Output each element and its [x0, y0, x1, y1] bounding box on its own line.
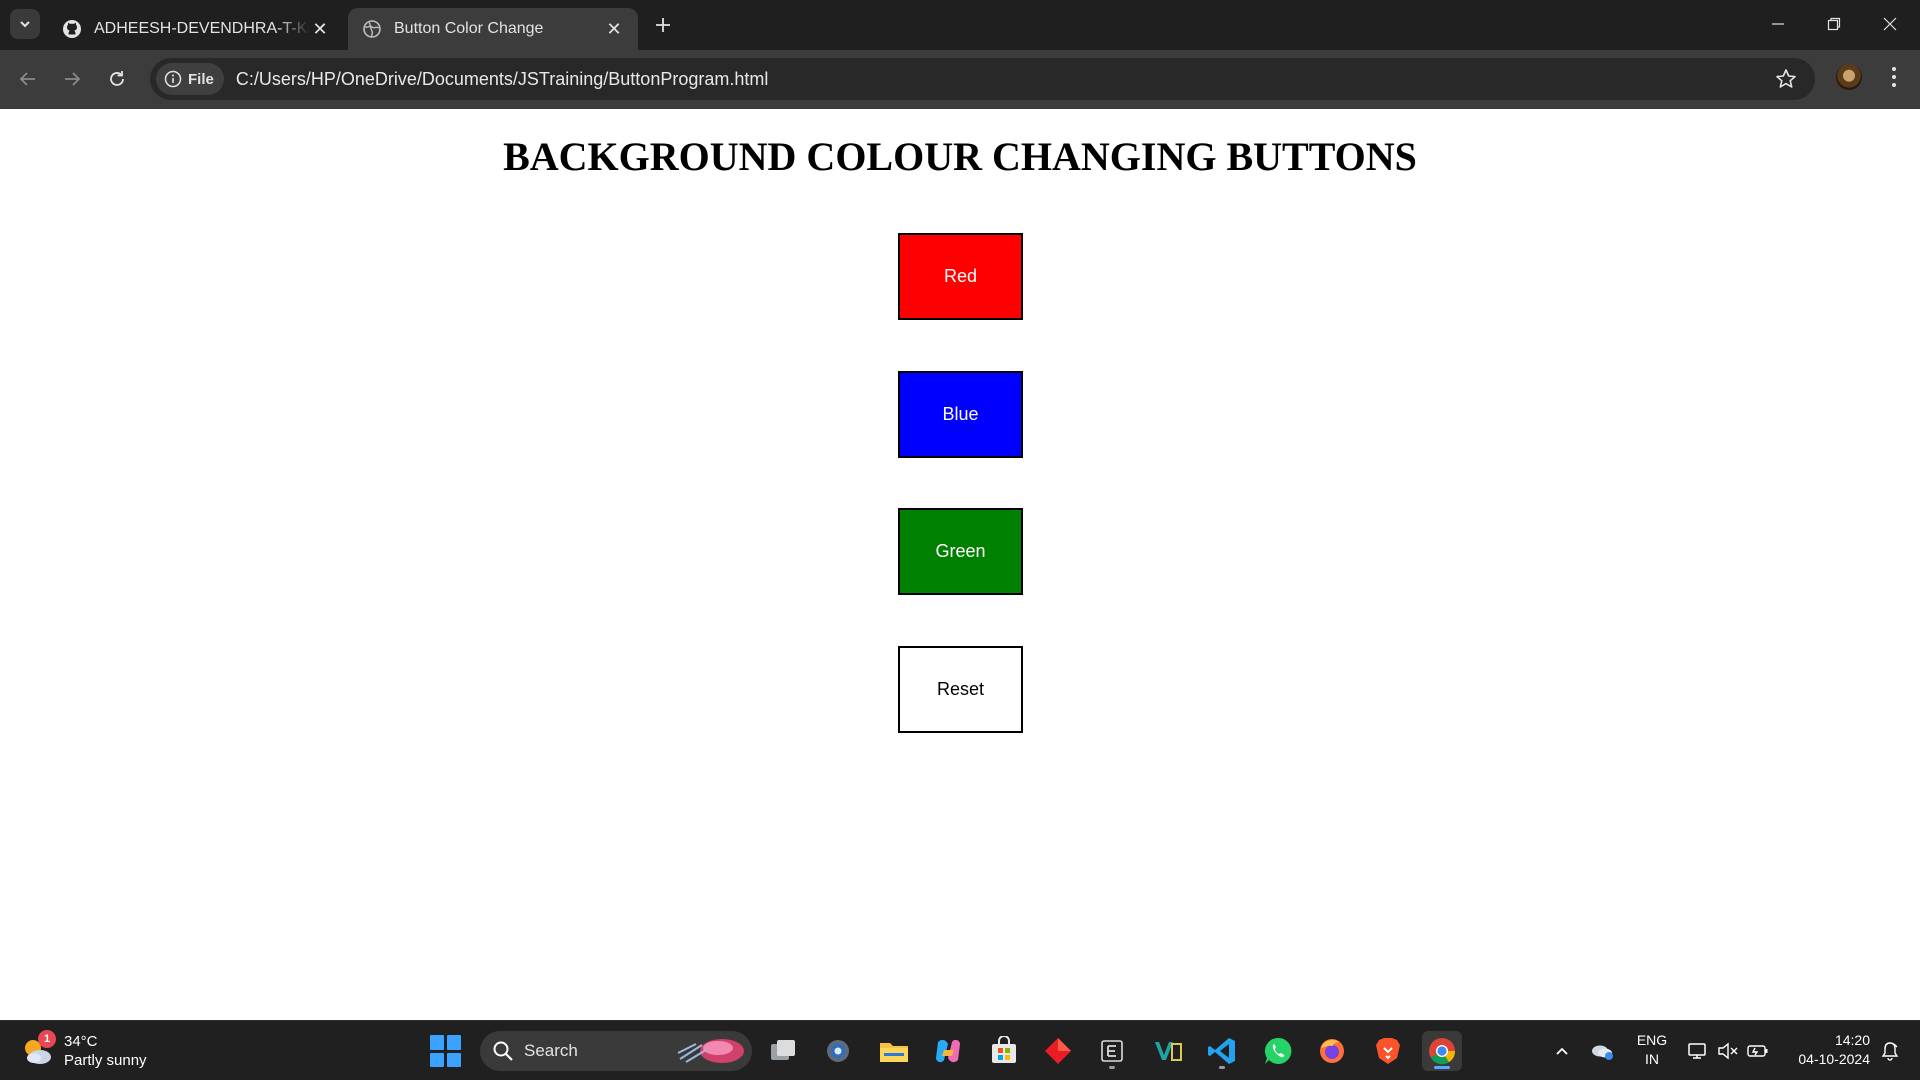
- tab-title: ADHEESH-DEVENDHRA-T-K/Ba: [94, 20, 310, 37]
- brave-icon[interactable]: [1368, 1031, 1408, 1071]
- vscode-icon[interactable]: [1202, 1031, 1242, 1071]
- restore-button[interactable]: [1814, 8, 1854, 40]
- start-icon[interactable]: [430, 1035, 462, 1067]
- network-icon[interactable]: [1684, 1031, 1712, 1071]
- visual-studio-icon[interactable]: [1148, 1031, 1188, 1071]
- forward-button[interactable]: [56, 63, 88, 95]
- browser-tab-bar: ADHEESH-DEVENDHRA-T-K/Ba ✕ Button Color …: [0, 0, 1920, 50]
- minimize-button[interactable]: [1758, 8, 1798, 40]
- site-info-label: File: [188, 70, 214, 88]
- profile-avatar[interactable]: [1836, 64, 1862, 90]
- search-placeholder: Search: [524, 1041, 578, 1060]
- reload-button[interactable]: [101, 63, 133, 95]
- page-title: BACKGROUND COLOUR CHANGING BUTTONS: [503, 134, 1417, 179]
- notifications-icon[interactable]: [1876, 1031, 1904, 1071]
- bookmark-star-icon[interactable]: [1775, 68, 1797, 90]
- partly-sunny-icon: 1: [20, 1030, 56, 1068]
- info-icon: [164, 70, 182, 88]
- battery-icon[interactable]: [1744, 1031, 1772, 1071]
- clock-time: 14:20: [1834, 1032, 1870, 1048]
- tab-title: Button Color Change: [394, 20, 544, 37]
- running-indicator: [1109, 1066, 1115, 1069]
- weather-widget[interactable]: 1 34°C Partly sunny: [20, 1030, 147, 1071]
- language-code: ENG: [1636, 1032, 1668, 1048]
- restore-icon: [1827, 17, 1841, 31]
- chrome-icon[interactable]: [1422, 1031, 1462, 1071]
- search-highlight-icon: [677, 1039, 744, 1063]
- show-hidden-icons-button[interactable]: [1548, 1031, 1576, 1071]
- whatsapp-icon[interactable]: [1258, 1031, 1298, 1071]
- copilot-icon[interactable]: [928, 1031, 968, 1071]
- firefox-icon[interactable]: [1312, 1031, 1352, 1071]
- chevron-up-icon: [1556, 1047, 1568, 1055]
- app-diamond-icon[interactable]: [1038, 1031, 1078, 1071]
- back-button[interactable]: [12, 63, 44, 95]
- arrow-right-icon: [65, 72, 81, 86]
- new-tab-button[interactable]: [650, 12, 676, 38]
- green-button[interactable]: Green: [898, 508, 1023, 595]
- arrow-left-icon: [19, 72, 35, 86]
- page-content: BACKGROUND COLOUR CHANGING BUTTONS Red B…: [0, 109, 1920, 1020]
- reset-button[interactable]: Reset: [898, 646, 1023, 733]
- settings-icon[interactable]: [818, 1031, 858, 1071]
- language-indicator[interactable]: ENG IN: [1632, 1031, 1672, 1069]
- volume-muted-icon[interactable]: [1714, 1031, 1742, 1071]
- clock[interactable]: 14:20 04-10-2024: [1780, 1031, 1870, 1069]
- close-window-button[interactable]: [1870, 8, 1910, 40]
- language-region: IN: [1645, 1051, 1659, 1067]
- close-tab-icon[interactable]: ✕: [604, 19, 624, 39]
- weather-badge: 1: [38, 1030, 56, 1048]
- weather-condition: Partly sunny: [64, 1052, 147, 1069]
- search-icon: [493, 1041, 513, 1061]
- taskbar-search[interactable]: Search: [480, 1031, 752, 1071]
- blue-button[interactable]: Blue: [898, 371, 1023, 458]
- active-indicator: [1434, 1066, 1450, 1069]
- tab-github[interactable]: ADHEESH-DEVENDHRA-T-K/Ba ✕: [48, 8, 344, 50]
- close-icon: [1883, 17, 1897, 31]
- app-e-icon[interactable]: [1092, 1031, 1132, 1071]
- file-explorer-icon[interactable]: [874, 1031, 914, 1071]
- reload-icon: [110, 71, 124, 86]
- task-view-icon[interactable]: [764, 1031, 804, 1071]
- browser-toolbar: File C:/Users/HP/OneDrive/Documents/JSTr…: [0, 50, 1920, 109]
- red-button[interactable]: Red: [898, 233, 1023, 320]
- taskbar: 1 34°C Partly sunny Search ENG IN 14:20 …: [0, 1020, 1920, 1080]
- tab-button-color-change[interactable]: Button Color Change ✕: [348, 8, 638, 50]
- browser-menu-icon[interactable]: [1880, 62, 1908, 92]
- site-info-chip[interactable]: File: [156, 63, 224, 95]
- url-text[interactable]: C:/Users/HP/OneDrive/Documents/JSTrainin…: [236, 69, 769, 90]
- minimize-icon: [1772, 23, 1784, 25]
- github-icon: [62, 19, 82, 39]
- close-tab-icon[interactable]: ✕: [310, 19, 330, 39]
- plus-icon: [656, 18, 670, 32]
- globe-icon: [362, 19, 382, 39]
- clock-date: 04-10-2024: [1798, 1051, 1870, 1067]
- tab-search-button[interactable]: [10, 9, 40, 39]
- address-bar[interactable]: File C:/Users/HP/OneDrive/Documents/JSTr…: [150, 58, 1815, 100]
- running-indicator: [1219, 1066, 1225, 1069]
- microsoft-store-icon[interactable]: [984, 1031, 1024, 1071]
- chevron-down-icon: [20, 21, 30, 28]
- onedrive-icon[interactable]: [1586, 1031, 1618, 1071]
- weather-temp: 34°C: [64, 1033, 98, 1050]
